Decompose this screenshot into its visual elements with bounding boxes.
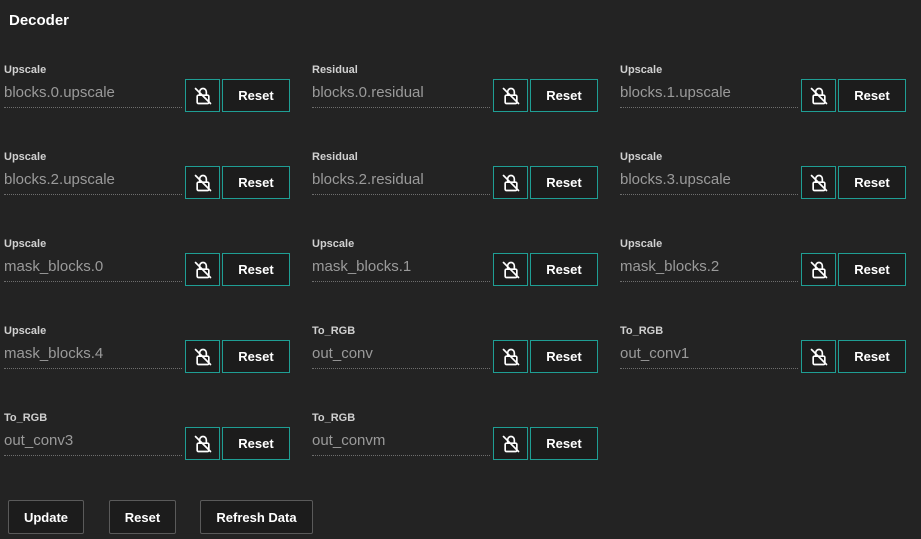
lock-off-icon: [502, 435, 519, 452]
lock-off-icon: [502, 87, 519, 104]
field-label: To_RGB: [620, 325, 664, 337]
field-input[interactable]: out_conv: [312, 343, 490, 369]
lock-toggle-button[interactable]: [493, 340, 528, 373]
lock-toggle-button[interactable]: [801, 253, 836, 286]
reset-field-button[interactable]: Reset: [222, 166, 290, 199]
reset-field-button[interactable]: Reset: [838, 166, 906, 199]
lock-toggle-button[interactable]: [185, 340, 220, 373]
lock-toggle-button[interactable]: [185, 427, 220, 460]
field-cell: Residual blocks.2.residual Reset: [312, 149, 598, 201]
lock-off-icon: [810, 87, 827, 104]
lock-off-icon: [810, 348, 827, 365]
lock-off-icon: [194, 348, 211, 365]
lock-toggle-button[interactable]: [493, 427, 528, 460]
field-input[interactable]: mask_blocks.0: [4, 256, 182, 282]
field-cell: Upscale mask_blocks.1 Reset: [312, 236, 598, 288]
lock-toggle-button[interactable]: [185, 253, 220, 286]
field-label: Upscale: [4, 151, 47, 163]
field-label: To_RGB: [312, 325, 356, 337]
reset-field-button[interactable]: Reset: [222, 427, 290, 460]
lock-off-icon: [502, 174, 519, 191]
lock-toggle-button[interactable]: [493, 166, 528, 199]
field-label: Residual: [312, 151, 358, 163]
lock-off-icon: [810, 261, 827, 278]
reset-field-button[interactable]: Reset: [530, 79, 598, 112]
field-input[interactable]: out_convm: [312, 430, 490, 456]
field-label: Upscale: [620, 64, 663, 76]
field-input[interactable]: out_conv3: [4, 430, 182, 456]
update-button[interactable]: Update: [8, 500, 84, 534]
lock-off-icon: [194, 435, 211, 452]
reset-field-button[interactable]: Reset: [530, 253, 598, 286]
field-cell: Upscale blocks.2.upscale Reset: [4, 149, 290, 201]
field-label: Upscale: [312, 238, 355, 250]
field-input[interactable]: mask_blocks.1: [312, 256, 490, 282]
field-cell: Upscale mask_blocks.4 Reset: [4, 323, 290, 375]
lock-off-icon: [502, 348, 519, 365]
reset-field-button[interactable]: Reset: [222, 340, 290, 373]
reset-field-button[interactable]: Reset: [222, 253, 290, 286]
field-input[interactable]: mask_blocks.2: [620, 256, 798, 282]
lock-toggle-button[interactable]: [185, 166, 220, 199]
reset-field-button[interactable]: Reset: [838, 340, 906, 373]
refresh-data-button[interactable]: Refresh Data: [200, 500, 313, 534]
field-input[interactable]: mask_blocks.4: [4, 343, 182, 369]
field-cell: To_RGB out_conv Reset: [312, 323, 598, 375]
lock-off-icon: [194, 87, 211, 104]
field-input[interactable]: blocks.1.upscale: [620, 82, 798, 108]
field-input[interactable]: blocks.0.residual: [312, 82, 490, 108]
field-cell: Upscale mask_blocks.2 Reset: [620, 236, 906, 288]
lock-off-icon: [194, 174, 211, 191]
field-label: Upscale: [4, 238, 47, 250]
field-cell: Upscale blocks.3.upscale Reset: [620, 149, 906, 201]
field-input[interactable]: blocks.0.upscale: [4, 82, 182, 108]
lock-off-icon: [810, 174, 827, 191]
field-cell: Upscale mask_blocks.0 Reset: [4, 236, 290, 288]
lock-toggle-button[interactable]: [493, 79, 528, 112]
field-grid: Upscale blocks.0.upscale Reset Residual …: [4, 62, 906, 462]
field-input[interactable]: blocks.2.upscale: [4, 169, 182, 195]
lock-toggle-button[interactable]: [801, 340, 836, 373]
field-cell: Upscale blocks.0.upscale Reset: [4, 62, 290, 114]
field-label: Upscale: [620, 238, 663, 250]
field-label: Upscale: [620, 151, 663, 163]
reset-field-button[interactable]: Reset: [838, 253, 906, 286]
field-cell: Upscale blocks.1.upscale Reset: [620, 62, 906, 114]
field-label: Upscale: [4, 64, 47, 76]
field-cell: To_RGB out_convm Reset: [312, 410, 598, 462]
field-input[interactable]: blocks.3.upscale: [620, 169, 798, 195]
field-label: Upscale: [4, 325, 47, 337]
reset-field-button[interactable]: Reset: [530, 340, 598, 373]
lock-off-icon: [194, 261, 211, 278]
lock-toggle-button[interactable]: [801, 166, 836, 199]
reset-field-button[interactable]: Reset: [222, 79, 290, 112]
field-label: Residual: [312, 64, 358, 76]
field-input[interactable]: out_conv1: [620, 343, 798, 369]
lock-off-icon: [502, 261, 519, 278]
field-cell: Residual blocks.0.residual Reset: [312, 62, 598, 114]
reset-all-button[interactable]: Reset: [109, 500, 176, 534]
lock-toggle-button[interactable]: [185, 79, 220, 112]
field-cell: To_RGB out_conv3 Reset: [4, 410, 290, 462]
lock-toggle-button[interactable]: [801, 79, 836, 112]
lock-toggle-button[interactable]: [493, 253, 528, 286]
field-label: To_RGB: [4, 412, 48, 424]
field-input[interactable]: blocks.2.residual: [312, 169, 490, 195]
field-label: To_RGB: [312, 412, 356, 424]
section-title: Decoder: [9, 12, 70, 29]
field-cell: To_RGB out_conv1 Reset: [620, 323, 906, 375]
reset-field-button[interactable]: Reset: [838, 79, 906, 112]
reset-field-button[interactable]: Reset: [530, 166, 598, 199]
reset-field-button[interactable]: Reset: [530, 427, 598, 460]
